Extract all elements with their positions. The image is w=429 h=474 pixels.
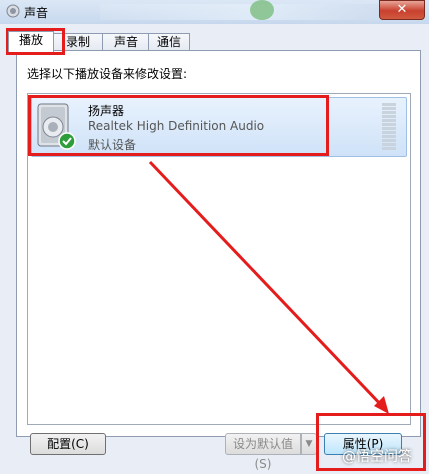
tab-label: 播放	[18, 33, 43, 47]
watermark: @悟空问答	[342, 449, 412, 465]
annotation-arrow	[148, 160, 389, 414]
tab-playback[interactable]: 播放	[8, 31, 54, 52]
